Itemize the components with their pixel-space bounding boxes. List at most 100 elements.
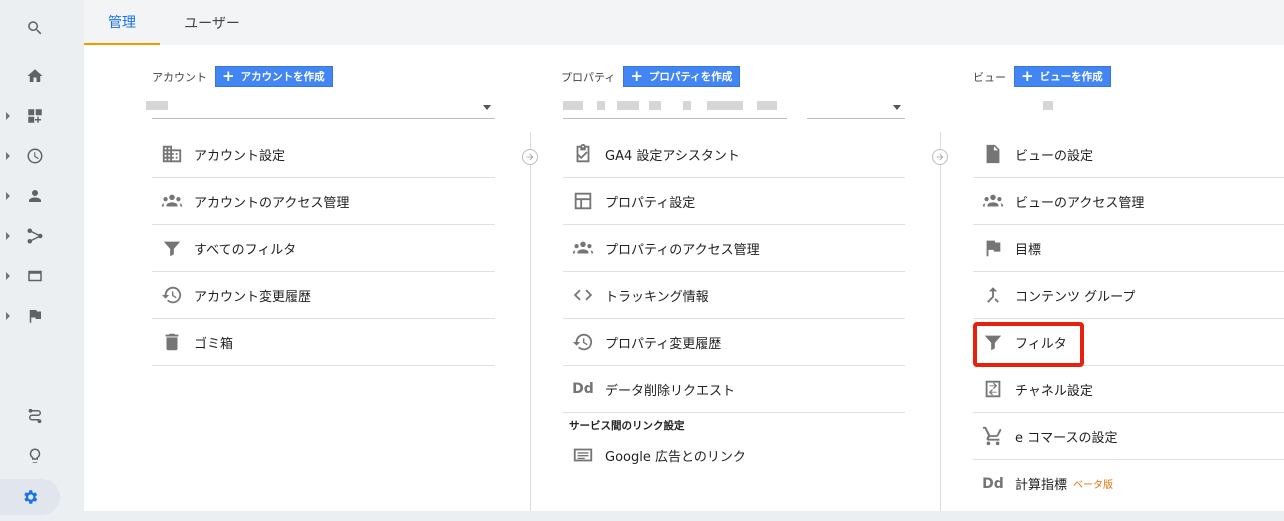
channel-settings-item[interactable]: チャネル設定 [973, 366, 1284, 413]
trash-item[interactable]: ゴミ箱 [152, 319, 495, 366]
realtime-clock-icon[interactable] [0, 138, 70, 174]
chevron-down-icon [483, 105, 491, 110]
building-icon [160, 142, 184, 166]
content-grouping-item[interactable]: コンテンツ グループ [973, 272, 1284, 319]
property-header: プロパティ + プロパティを作成 [561, 66, 741, 87]
admin-gear-icon[interactable] [0, 479, 60, 515]
property-access-item[interactable]: プロパティのアクセス管理 [563, 225, 905, 272]
create-account-label: アカウントを作成 [240, 71, 325, 83]
account-access-item[interactable]: アカウントのアクセス管理 [152, 178, 495, 225]
column-divider [530, 132, 531, 511]
menu-label: e コマースの設定 [1015, 430, 1118, 446]
tracking-info-item[interactable]: トラッキング情報 [563, 272, 905, 319]
merge-icon [981, 283, 1005, 307]
create-view-label: ビューを作成 [1039, 71, 1103, 83]
history-icon [571, 330, 595, 354]
chevron-down-icon [893, 105, 901, 110]
flag-icon [981, 236, 1005, 260]
tab-admin[interactable]: 管理 [84, 0, 160, 45]
redacted-value [597, 101, 605, 110]
tab-user[interactable]: ユーザー [172, 0, 252, 45]
people-icon [571, 236, 595, 260]
menu-label: プロパティ変更履歴 [605, 336, 722, 352]
attribution-icon[interactable] [0, 398, 70, 434]
behavior-icon[interactable] [0, 258, 70, 294]
account-header: アカウント + アカウントを作成 [152, 66, 333, 87]
menu-label: アカウントのアクセス管理 [194, 195, 350, 211]
create-property-label: プロパティを作成 [648, 71, 733, 83]
menu-label: データ削除リクエスト [605, 383, 736, 399]
code-icon [571, 283, 595, 307]
create-property-button[interactable]: + プロパティを作成 [623, 66, 741, 87]
property-menu: GA4 設定アシスタント プロパティ設定 プロパティのアクセス管理 トラッキング… [563, 131, 905, 475]
property-selector[interactable] [563, 95, 905, 119]
column-divider [940, 132, 941, 511]
admin-panel: アカウント + アカウントを作成 アカウント設定 アカウントのアクセス管理 すべて… [84, 45, 1284, 511]
view-menu: ビューの設定 ビューのアクセス管理 目標 コンテンツ グループ フィルタ チャネ… [973, 131, 1284, 507]
ads-icon [571, 443, 595, 467]
google-ads-link-item[interactable]: Google 広告とのリンク [563, 435, 905, 475]
cart-icon [981, 424, 1005, 448]
filter-icon [160, 236, 184, 260]
menu-label: 計算指標 [1015, 478, 1068, 493]
menu-label: すべてのフィルタ [194, 242, 297, 258]
ecommerce-settings-item[interactable]: e コマースの設定 [973, 413, 1284, 460]
arrow-right-icon [522, 149, 538, 165]
property-column: プロパティ + プロパティを作成 GA4 設定アシスタント プロパティ設定 プロ… [561, 45, 905, 511]
selector-gap [787, 95, 807, 119]
menu-label: Google 広告とのリンク [605, 449, 746, 465]
view-access-item[interactable]: ビューのアクセス管理 [973, 178, 1284, 225]
redacted-value [146, 101, 168, 110]
customization-icon[interactable] [0, 98, 70, 134]
account-settings-item[interactable]: アカウント設定 [152, 131, 495, 178]
checkbox-icon [571, 142, 595, 166]
section-heading: サービス間のリンク設定 [569, 420, 685, 432]
property-settings-item[interactable]: プロパティ設定 [563, 178, 905, 225]
menu-label: アカウント設定 [194, 148, 286, 164]
menu-label: チャネル設定 [1015, 383, 1093, 399]
view-column: ビュー + ビューを作成 ビューの設定 ビューのアクセス管理 目標 コンテンツ グ… [973, 45, 1284, 511]
channel-icon [981, 377, 1005, 401]
property-label: プロパティ [561, 70, 616, 84]
menu-label: プロパティ設定 [605, 195, 696, 211]
menu-label: ビューの設定 [1015, 148, 1094, 164]
redacted-value [707, 101, 743, 110]
account-selector[interactable] [146, 95, 495, 119]
redacted-value [1043, 101, 1053, 110]
redacted-value [617, 101, 639, 110]
view-header: ビュー + ビューを作成 [973, 66, 1111, 87]
view-selector[interactable] [973, 95, 1284, 119]
audience-person-icon[interactable] [0, 178, 70, 214]
history-icon [160, 283, 184, 307]
conversions-flag-icon[interactable] [0, 298, 70, 334]
menu-label: プロパティのアクセス管理 [605, 242, 760, 258]
admin-tabs: 管理 ユーザー [84, 0, 1284, 45]
beta-badge: ベータ版 [1073, 480, 1114, 491]
property-history-item[interactable]: プロパティ変更履歴 [563, 319, 905, 366]
redacted-value [757, 101, 777, 110]
acquisition-icon[interactable] [0, 218, 70, 254]
menu-label: 目標 [1015, 242, 1042, 258]
menu-label: ゴミ箱 [194, 336, 234, 352]
redacted-value [563, 101, 583, 110]
home-icon[interactable] [0, 58, 70, 94]
search-icon[interactable] [0, 10, 70, 46]
account-column: アカウント + アカウントを作成 アカウント設定 アカウントのアクセス管理 すべて… [146, 45, 495, 511]
all-filters-item[interactable]: すべてのフィルタ [152, 225, 495, 272]
lightbulb-icon[interactable] [0, 438, 70, 474]
trash-icon [160, 330, 184, 354]
account-history-item[interactable]: アカウント変更履歴 [152, 272, 495, 319]
layout-icon [571, 189, 595, 213]
calculated-metrics-item[interactable]: Dd 計算指標 ベータ版 [973, 460, 1284, 507]
account-menu: アカウント設定 アカウントのアクセス管理 すべてのフィルタ アカウント変更履歴 … [152, 131, 495, 366]
goals-item[interactable]: 目標 [973, 225, 1284, 272]
view-label: ビュー [973, 70, 1006, 84]
menu-label: GA4 設定アシスタント [605, 148, 740, 164]
menu-label: ビューのアクセス管理 [1015, 195, 1145, 211]
create-account-button[interactable]: + アカウントを作成 [215, 66, 333, 87]
menu-label: アカウント変更履歴 [194, 289, 312, 305]
view-settings-item[interactable]: ビューの設定 [973, 131, 1284, 178]
create-view-button[interactable]: + ビューを作成 [1014, 66, 1111, 87]
data-deletion-item[interactable]: Dd データ削除リクエスト [563, 366, 905, 413]
ga4-setup-item[interactable]: GA4 設定アシスタント [563, 131, 905, 178]
